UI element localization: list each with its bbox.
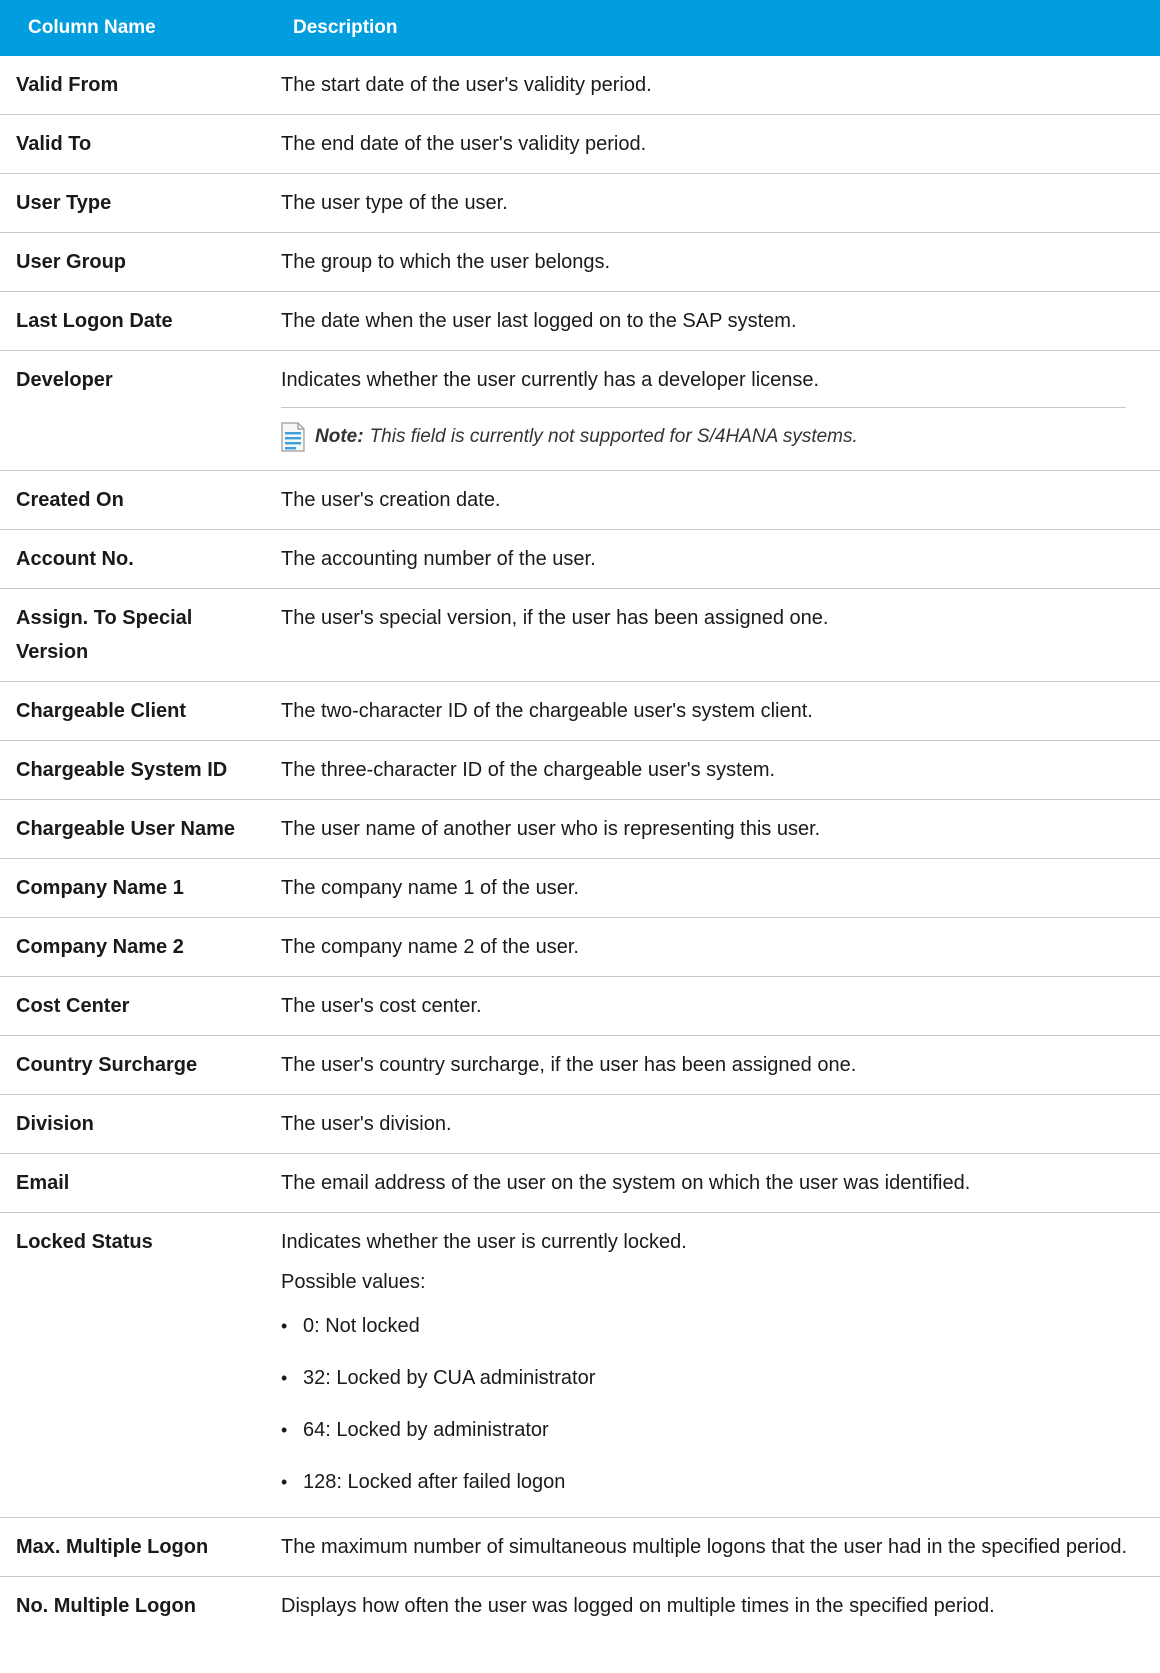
table-row: Account No. The accounting number of the… — [0, 529, 1160, 589]
row-description: The user's special version, if the user … — [265, 588, 1160, 682]
row-name: User Group — [0, 232, 265, 292]
row-name: Max. Multiple Logon — [0, 1517, 265, 1577]
table-row: Email The email address of the user on t… — [0, 1153, 1160, 1213]
row-name: Chargeable System ID — [0, 740, 265, 800]
row-description: The user's country surcharge, if the use… — [265, 1035, 1160, 1095]
locked-status-values-list: 0: Not locked 32: Locked by CUA administ… — [281, 1309, 1136, 1499]
row-name: Company Name 2 — [0, 917, 265, 977]
possible-values-label: Possible values: — [281, 1271, 426, 1293]
developer-description-text: Indicates whether the user currently has… — [281, 369, 820, 391]
table-header: Column Name Description — [0, 0, 1160, 56]
row-name: Cost Center — [0, 976, 265, 1036]
row-name: Valid From — [0, 56, 265, 115]
row-description: The user's creation date. — [265, 470, 1160, 530]
header-description: Description — [265, 0, 1160, 56]
table-row: Chargeable System ID The three-character… — [0, 740, 1160, 800]
table-row: Assign. To Special Version The user's sp… — [0, 588, 1160, 682]
table-row: Locked Status Indicates whether the user… — [0, 1212, 1160, 1518]
row-description: The company name 2 of the user. — [265, 917, 1160, 977]
row-name: Last Logon Date — [0, 291, 265, 351]
table-row: Chargeable Client The two-character ID o… — [0, 681, 1160, 741]
note-label: Note: — [315, 426, 364, 447]
list-item: 64: Locked by administrator — [281, 1413, 1136, 1447]
table-row: Company Name 1 The company name 1 of the… — [0, 858, 1160, 918]
row-description: The date when the user last logged on to… — [265, 291, 1160, 351]
row-name: Locked Status — [0, 1212, 265, 1518]
table-row: Country Surcharge The user's country sur… — [0, 1035, 1160, 1095]
row-description: Indicates whether the user currently has… — [265, 350, 1160, 471]
table-row: Developer Indicates whether the user cur… — [0, 350, 1160, 471]
row-description: The three-character ID of the chargeable… — [265, 740, 1160, 800]
developer-note: Note: This field is currently not support… — [281, 407, 1126, 458]
note-document-icon — [281, 422, 305, 452]
row-description: The user's cost center. — [265, 976, 1160, 1036]
table-row: Division The user's division. — [0, 1094, 1160, 1154]
locked-status-description-text: Indicates whether the user is currently … — [281, 1231, 687, 1253]
row-description: The maximum number of simultaneous multi… — [265, 1517, 1160, 1577]
row-description: The accounting number of the user. — [265, 529, 1160, 589]
row-description: The two-character ID of the chargeable u… — [265, 681, 1160, 741]
row-name: Account No. — [0, 529, 265, 589]
row-name: Chargeable Client — [0, 681, 265, 741]
table-row: Valid From The start date of the user's … — [0, 56, 1160, 115]
row-name: Country Surcharge — [0, 1035, 265, 1095]
row-description: The company name 1 of the user. — [265, 858, 1160, 918]
table-row: Company Name 2 The company name 2 of the… — [0, 917, 1160, 977]
column-description-table: Column Name Description Valid From The s… — [0, 0, 1160, 1635]
table-row: Created On The user's creation date. — [0, 470, 1160, 530]
row-name: Email — [0, 1153, 265, 1213]
header-row: Column Name Description — [0, 0, 1160, 56]
row-description: The start date of the user's validity pe… — [265, 56, 1160, 115]
table-row: User Group The group to which the user b… — [0, 232, 1160, 292]
table-row: No. Multiple Logon Displays how often th… — [0, 1577, 1160, 1636]
table-body: Valid From The start date of the user's … — [0, 56, 1160, 1635]
table-row: Last Logon Date The date when the user l… — [0, 291, 1160, 351]
list-item: 128: Locked after failed logon — [281, 1465, 1136, 1499]
row-name: Company Name 1 — [0, 858, 265, 918]
table-row: User Type The user type of the user. — [0, 173, 1160, 233]
list-item: 32: Locked by CUA administrator — [281, 1361, 1136, 1395]
table-row: Valid To The end date of the user's vali… — [0, 114, 1160, 174]
row-description: The user's division. — [265, 1094, 1160, 1154]
row-name: User Type — [0, 173, 265, 233]
row-description: Displays how often the user was logged o… — [281, 1595, 995, 1617]
row-description: The group to which the user belongs. — [265, 232, 1160, 292]
row-description: The user type of the user. — [265, 173, 1160, 233]
note-text: This field is currently not supported fo… — [369, 426, 858, 447]
table-row: Cost Center The user's cost center. — [0, 976, 1160, 1036]
row-name: Valid To — [0, 114, 265, 174]
row-name: No. Multiple Logon — [16, 1595, 196, 1617]
row-description: The end date of the user's validity peri… — [265, 114, 1160, 174]
header-column-name: Column Name — [0, 0, 265, 56]
table-row: Chargeable User Name The user name of an… — [0, 799, 1160, 859]
row-description: The email address of the user on the sys… — [265, 1153, 1160, 1213]
row-name: Assign. To Special Version — [0, 588, 265, 682]
row-name: Chargeable User Name — [0, 799, 265, 859]
row-name: Division — [0, 1094, 265, 1154]
row-description: Indicates whether the user is currently … — [265, 1212, 1160, 1518]
row-description: The user name of another user who is rep… — [265, 799, 1160, 859]
row-name: Developer — [0, 350, 265, 471]
list-item: 0: Not locked — [281, 1309, 1136, 1343]
row-name: Created On — [0, 470, 265, 530]
table-row: Max. Multiple Logon The maximum number o… — [0, 1517, 1160, 1577]
